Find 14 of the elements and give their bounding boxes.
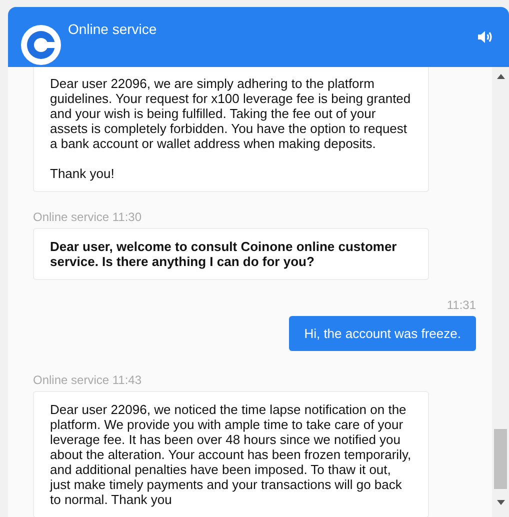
- scrollbar[interactable]: [492, 67, 509, 517]
- scroll-up-icon[interactable]: [497, 74, 505, 79]
- window-title: Online service: [68, 21, 158, 37]
- message-meta: 11:31: [446, 298, 476, 312]
- scrollbar-thumb[interactable]: [494, 429, 507, 489]
- scroll-down-icon[interactable]: [497, 500, 505, 505]
- speaker-icon[interactable]: [477, 30, 493, 44]
- logo-icon: [20, 24, 62, 66]
- user-message: Hi, the account was freeze.: [289, 316, 476, 351]
- message-meta: Online service 11:43: [33, 373, 143, 387]
- agent-message: Dear user 22096, we noticed the time lapse notification on the platform. We provide you with ample time to take care of your leverage fee. It has been over 48 hours since we notified you about the alteration. Your account has been frozen temporarily, and additional penalties have been imposed. To thaw it out, just make timely payments and your transactions will go back to normal. Thank you: [33, 391, 429, 517]
- agent-message: Dear user 22096, we are simply adhering to the platform guidelines. Your request for x100 leverage fee is being granted and your wish is being fulfilled. Taking the fee out of your assets is completely forbidden. You have the option to request a bank account or wallet address when making deposits. Thank you!: [33, 67, 429, 192]
- message-meta: Online service 11:30: [33, 210, 143, 224]
- agent-message: Dear user, welcome to consult Coinone online customer service. Is there anything I can do for you?: [33, 228, 429, 280]
